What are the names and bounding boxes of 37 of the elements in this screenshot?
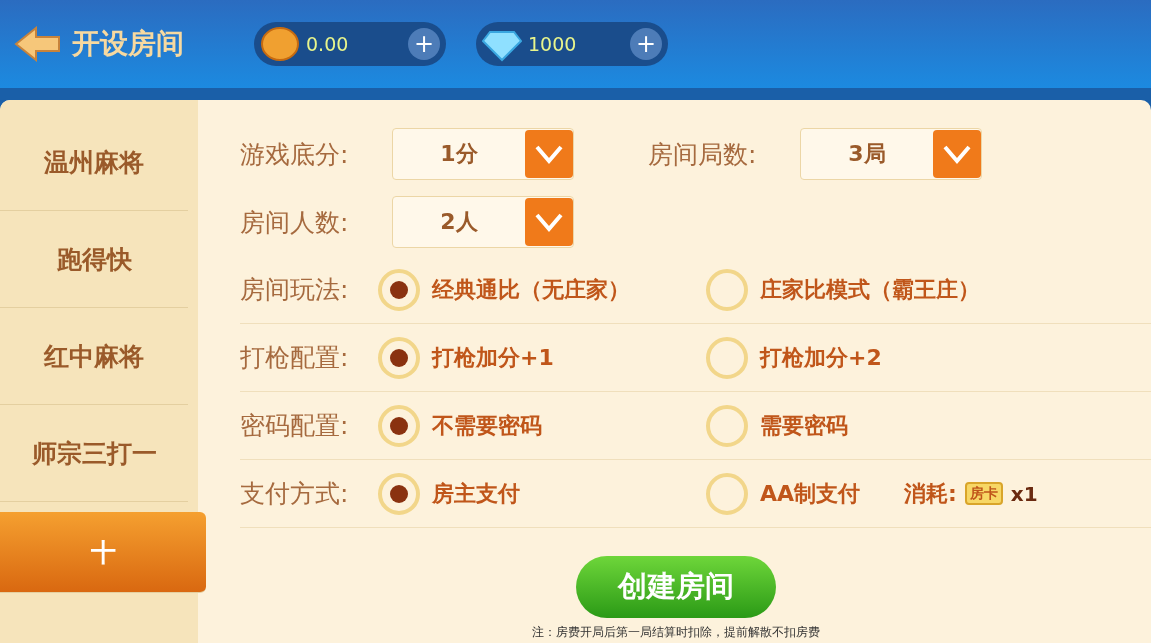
cost-label: 消耗:	[904, 479, 957, 508]
bean-icon	[260, 26, 300, 62]
create-room-button[interactable]: 创建房间	[575, 556, 776, 618]
game-tab[interactable]: 跑得快	[0, 211, 188, 308]
game-tab[interactable]: 师宗三打一	[0, 405, 188, 502]
radio-option[interactable]: 经典通比（无庄家）	[378, 268, 706, 311]
dropdown[interactable]: 1分	[392, 128, 574, 180]
cost-count: x1	[1010, 481, 1038, 506]
currency-amount: 0.00	[306, 33, 350, 55]
add-button[interactable]: +	[630, 28, 662, 60]
game-tab[interactable]: 十	[0, 512, 206, 593]
field-label: 支付方式:	[240, 478, 350, 510]
room-card-icon: 房卡	[964, 481, 1003, 506]
radio-option[interactable]: 需要密码	[706, 404, 1034, 447]
dropdown-caret-icon[interactable]	[525, 130, 573, 178]
field-label: 房间人数:	[240, 206, 350, 239]
add-button[interactable]: +	[408, 28, 440, 60]
dropdown-caret-icon[interactable]	[933, 130, 981, 178]
radio-option[interactable]: 房主支付	[378, 472, 706, 515]
field-label: 房间玩法:	[240, 274, 350, 306]
field-label: 打枪配置:	[240, 342, 350, 374]
field-label: 房间局数:	[648, 138, 758, 171]
page-title: 开设房间	[72, 26, 184, 62]
game-tab[interactable]: 温州麻将	[0, 114, 188, 211]
fee-note: 注：房费开局后第一局结算时扣除，提前解散不扣房费	[531, 624, 820, 641]
radio-option[interactable]: 打枪加分+1	[378, 336, 706, 379]
currency-amount: 1000	[528, 33, 578, 55]
dropdown[interactable]: 3局	[800, 128, 982, 180]
back-arrow-icon[interactable]	[14, 26, 62, 62]
radio-option[interactable]: 打枪加分+2	[706, 336, 1034, 379]
field-label: 密码配置:	[240, 410, 350, 442]
field-label: 游戏底分:	[240, 138, 350, 171]
game-tab[interactable]: 红中麻将	[0, 308, 188, 405]
dropdown[interactable]: 2人	[392, 196, 574, 248]
radio-option[interactable]: 不需要密码	[378, 404, 706, 447]
dropdown-caret-icon[interactable]	[525, 198, 573, 246]
radio-option[interactable]: 庄家比模式（霸王庄）	[706, 268, 1034, 311]
